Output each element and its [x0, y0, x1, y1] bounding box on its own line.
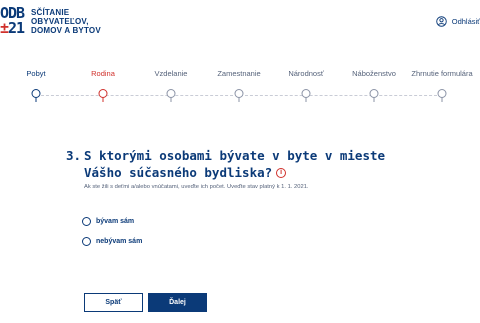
step-node-vzdelanie [166, 89, 176, 102]
logo-bottom-red: ± [0, 19, 9, 37]
step-node-zamestnanie [234, 89, 244, 102]
step-node-zhrnutie [437, 89, 447, 102]
step-label-zamestnanie: Zamestnanie [217, 69, 261, 78]
question-block: 3. S ktorými osobami bývate v byte v mies… [66, 147, 406, 181]
option-label-nebyvam-sam: nebývam sám [96, 238, 143, 245]
step-label-zhrnutie: Zhrnutie formulára [411, 69, 473, 78]
logout-label: Odhlásiť [451, 16, 480, 26]
question-title-line-1: 3. S ktorými osobami bývate v byte v mies… [66, 147, 406, 164]
info-icon[interactable]: i [276, 167, 287, 178]
step-label-narodnost: Národnosť [288, 69, 324, 78]
step-label-vzdelanie: Vzdelanie [154, 69, 188, 78]
back-button[interactable]: Späť [84, 293, 143, 312]
brand-text: SČÍTANIE OBYVATEĽOV, DOMOV A BYTOV [31, 8, 101, 35]
logo-bottom-number: 21 [8, 19, 25, 37]
question-text-line-1: S ktorými osobami bývate v byte v mieste [84, 148, 386, 163]
step-node-rodina[interactable] [98, 89, 108, 102]
question-number: 3. [66, 148, 82, 163]
step-node-narodnost [301, 89, 311, 102]
census-logo[interactable]: ODB ±21 [0, 6, 26, 36]
step-label-rodina[interactable]: Rodina [91, 69, 115, 78]
step-node-pobyt[interactable] [31, 89, 41, 102]
header: ODB ±21 SČÍTANIE OBYVATEĽOV, DOMOV A BYT… [0, 0, 480, 44]
next-button[interactable]: Ďalej [148, 293, 207, 312]
brand-line-3: DOMOV A BYTOV [31, 26, 101, 35]
user-circle-icon [436, 15, 447, 27]
brand-line-2: OBYVATEĽOV, [31, 17, 89, 26]
radio-byvam-sam[interactable] [82, 217, 91, 226]
radio-nebyvam-sam[interactable] [82, 237, 91, 246]
step-node-nabozenstvo [369, 89, 379, 102]
option-nebyvam-sam[interactable]: nebývam sám [82, 237, 142, 246]
progress-stepper: Pobyt Rodina Vzdelanie Zamestnanie Národ… [0, 66, 480, 106]
option-label-byvam-sam: bývam sám [96, 218, 135, 225]
question-text-line-2: Vášho súčasného bydliska? [84, 165, 273, 180]
logout-button[interactable]: Odhlásiť [436, 14, 480, 28]
question-hint: Ak ste žili s deťmi a/alebo vnúčatami, u… [84, 184, 309, 190]
step-label-nabozenstvo: Náboženstvo [352, 69, 396, 78]
step-label-pobyt[interactable]: Pobyt [26, 69, 45, 78]
logo-bottom: ±21 [0, 19, 25, 37]
question-title-line-2: Vášho súčasného bydliska? i [66, 164, 406, 181]
option-byvam-sam[interactable]: bývam sám [82, 217, 134, 226]
brand-line-1: SČÍTANIE [31, 8, 70, 17]
